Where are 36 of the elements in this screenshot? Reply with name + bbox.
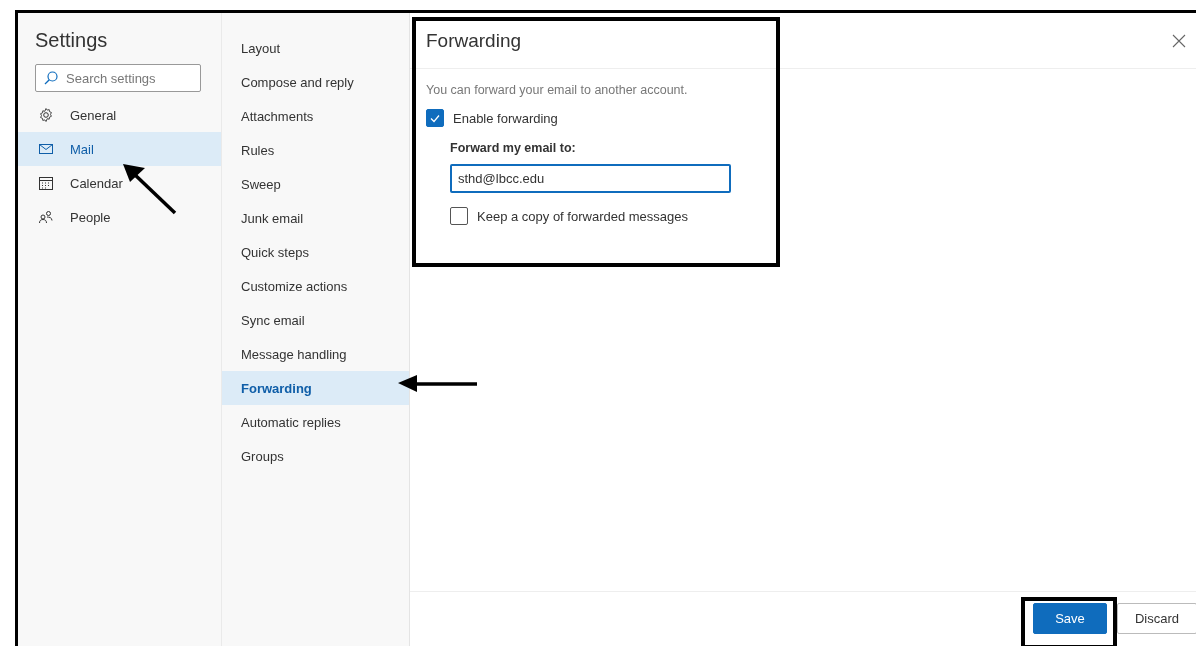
subnav-item[interactable]: Message handling [222, 337, 409, 371]
sidebar-item[interactable]: People [18, 200, 221, 234]
subnav-item[interactable]: Groups [222, 439, 409, 473]
subnav-item[interactable]: Quick steps [222, 235, 409, 269]
checkbox-label: Enable forwarding [453, 110, 558, 126]
subnav-item[interactable]: Sweep [222, 167, 409, 201]
search-icon [43, 70, 59, 86]
sidebar-item[interactable]: Mail [18, 132, 221, 166]
subnav-item[interactable]: Layout [222, 31, 409, 65]
panel-title: Forwarding [426, 29, 522, 52]
envelope-icon [38, 141, 54, 157]
calendar-icon [38, 175, 54, 191]
subnav-item[interactable]: Automatic replies [222, 405, 409, 439]
subnav-item[interactable]: Compose and reply [222, 65, 409, 99]
save-button[interactable]: Save [1033, 602, 1107, 634]
checkbox[interactable] [426, 109, 444, 127]
checkbox-label: Keep a copy of forwarded messages [477, 208, 688, 224]
field-label: Forward my email to: [450, 141, 577, 155]
subnav-item[interactable]: Junk email [222, 201, 409, 235]
email-input-field[interactable]: sthd@lbcc.edu [450, 164, 731, 193]
gear-icon [38, 107, 54, 123]
annotation-arrow [123, 164, 177, 215]
checkbox[interactable] [450, 207, 468, 225]
sidebar-item[interactable]: Calendar [18, 166, 221, 200]
subnav-item[interactable]: Attachments [222, 99, 409, 133]
subnav-item[interactable]: Forwarding [222, 371, 409, 405]
sidebar-item[interactable]: General [18, 98, 221, 132]
subnav-item[interactable]: Rules [222, 133, 409, 167]
subnav-item[interactable]: Customize actions [222, 269, 409, 303]
description-text: You can forward your email to another account. [426, 83, 689, 97]
subnav-item[interactable]: Sync email [222, 303, 409, 337]
search-field[interactable]: Search settings [35, 64, 201, 92]
settings-title: Settings [35, 29, 109, 52]
people-icon [38, 209, 54, 225]
discard-button[interactable]: Discard [1117, 602, 1196, 634]
checkmark-icon [429, 112, 441, 124]
